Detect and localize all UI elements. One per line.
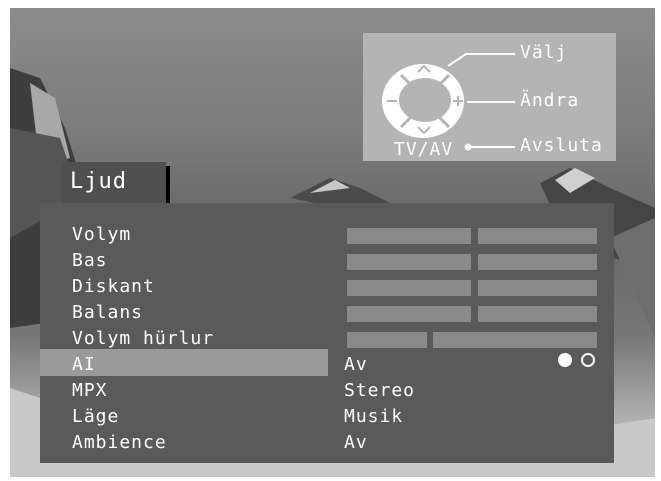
diskant-bar-left[interactable]: [347, 280, 471, 296]
volym-horlur-bar-left[interactable]: [347, 332, 427, 348]
balans-bar-right[interactable]: [478, 306, 597, 322]
menu-item-ambience[interactable]: Ambience: [72, 433, 167, 453]
bas-bar-right[interactable]: [478, 254, 597, 270]
hint-change-label: Ändra: [520, 90, 580, 111]
hint-tvav-label: TV/AV: [394, 139, 454, 160]
menu-item-mpx[interactable]: MPX: [72, 381, 108, 401]
sound-menu-panel: Volym Bas Diskant Balans Volym hürlur AI…: [40, 203, 614, 463]
ambience-value: Av: [344, 432, 368, 453]
ai-toggle-on-icon[interactable]: [558, 353, 572, 367]
volym-bar-right[interactable]: [478, 228, 597, 244]
mpx-value: Stereo: [344, 380, 416, 401]
volym-bar-left[interactable]: [347, 228, 471, 244]
ai-toggle-off-icon[interactable]: [581, 353, 595, 367]
diskant-bar-right[interactable]: [478, 280, 597, 296]
tv-screen: Välj Ändra Avsluta TV/AV Ljud Volym Bas …: [10, 8, 655, 477]
bas-bar-left[interactable]: [347, 254, 471, 270]
menu-item-balans[interactable]: Balans: [72, 303, 143, 323]
remote-hint-panel: Välj Ändra Avsluta TV/AV: [363, 33, 616, 161]
menu-item-volym-horlur[interactable]: Volym hürlur: [72, 329, 214, 349]
menu-item-volym[interactable]: Volym: [72, 225, 131, 245]
hint-select-label: Välj: [520, 42, 568, 63]
volym-horlur-bar-right[interactable]: [433, 332, 597, 348]
hint-exit-label: Avsluta: [520, 135, 603, 156]
menu-item-bas[interactable]: Bas: [72, 251, 108, 271]
balans-bar-left[interactable]: [347, 306, 471, 322]
menu-title-box: Ljud: [62, 162, 166, 205]
menu-item-diskant[interactable]: Diskant: [72, 277, 155, 297]
lage-value: Musik: [344, 406, 404, 427]
menu-item-lage[interactable]: Läge: [72, 407, 119, 427]
menu-item-ai[interactable]: AI: [72, 355, 96, 375]
menu-title: Ljud: [70, 169, 127, 194]
ai-value: Av: [344, 354, 368, 375]
